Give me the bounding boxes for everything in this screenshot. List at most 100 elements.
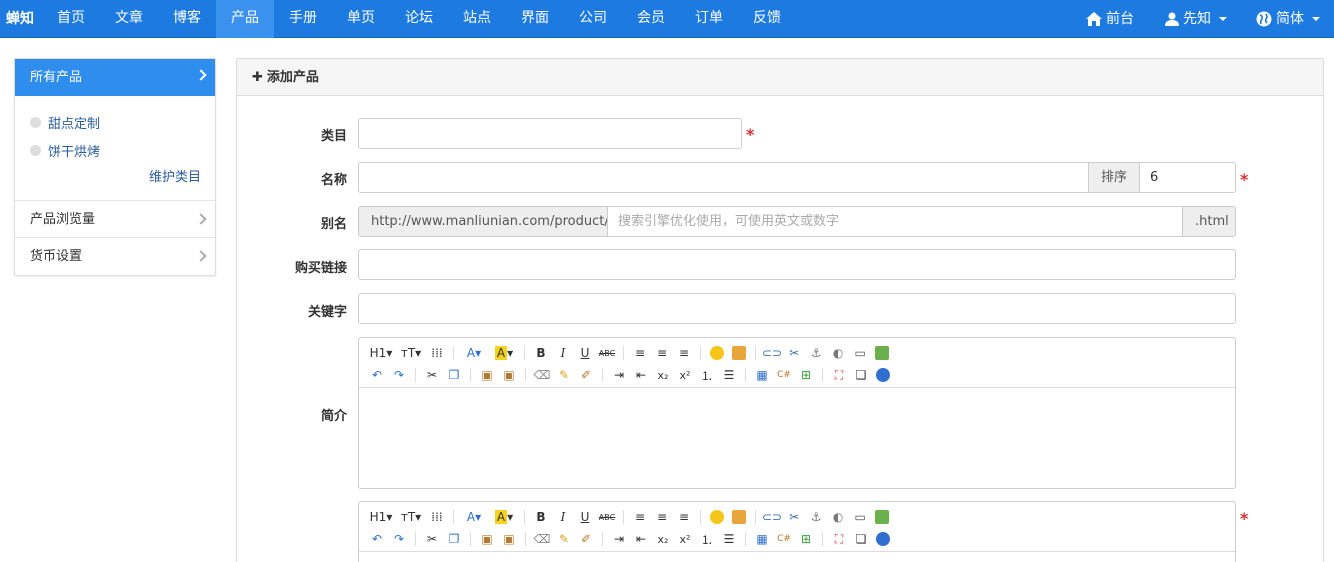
table-icon[interactable]: ▦ — [752, 365, 772, 385]
align-right-icon[interactable]: ≡ — [674, 507, 694, 527]
outdent-icon[interactable]: ⇤ — [631, 365, 651, 385]
nav-order[interactable]: 订单 — [680, 0, 738, 38]
link-icon[interactable]: ⊂⊃ — [762, 343, 782, 363]
brand-logo[interactable]: 蝉知 — [0, 0, 40, 38]
eraser-icon[interactable]: ⌫ — [532, 529, 552, 549]
quick-format-icon[interactable]: ✐ — [576, 529, 596, 549]
nav-page[interactable]: 单页 — [332, 0, 390, 38]
align-center-icon[interactable]: ≡ — [652, 507, 672, 527]
code-icon[interactable]: C# — [774, 365, 794, 385]
bold-icon[interactable]: B — [531, 343, 551, 363]
horizontal-rule-icon[interactable]: ⊞ — [796, 365, 816, 385]
align-left-icon[interactable]: ≡ — [630, 343, 650, 363]
redo-icon[interactable]: ↷ — [389, 529, 409, 549]
category-item[interactable]: 甜点定制 — [30, 108, 201, 136]
alias-input[interactable]: 搜索引擎优化使用，可使用英文或数字 — [607, 206, 1183, 237]
ordered-list-icon[interactable]: ⒈ — [697, 365, 717, 385]
format-brush-icon[interactable]: ✎ — [554, 529, 574, 549]
category-select[interactable] — [358, 118, 742, 149]
source-icon[interactable]: ❏ — [851, 529, 871, 549]
link-icon[interactable]: ⊂⊃ — [762, 507, 782, 527]
sidebar-item-product-views[interactable]: 产品浏览量 — [15, 201, 215, 238]
media-icon[interactable]: ▭ — [850, 507, 870, 527]
table-icon[interactable]: ▦ — [752, 529, 772, 549]
paste-text-icon[interactable]: ▣ — [499, 529, 519, 549]
image-icon[interactable] — [729, 343, 749, 363]
heading-icon[interactable]: H1▾ — [367, 507, 395, 527]
eraser-icon[interactable]: ⌫ — [532, 365, 552, 385]
undo-icon[interactable]: ↶ — [367, 365, 387, 385]
horizontal-rule-icon[interactable]: ⊞ — [796, 529, 816, 549]
frontend-link[interactable]: 前台 — [1086, 0, 1134, 38]
nav-product[interactable]: 产品 — [216, 0, 274, 38]
name-input[interactable] — [358, 162, 1089, 193]
bold-icon[interactable]: B — [531, 507, 551, 527]
media-icon[interactable]: ▭ — [850, 343, 870, 363]
help-icon[interactable] — [873, 365, 893, 385]
summary-edit-area[interactable] — [359, 388, 1235, 488]
copy-icon[interactable]: ❐ — [444, 365, 464, 385]
ordered-list-icon[interactable]: ⒈ — [697, 529, 717, 549]
maintain-categories-link[interactable]: 维护类目 — [30, 164, 201, 192]
paste-icon[interactable]: ▣ — [477, 529, 497, 549]
anchor-icon[interactable]: ⚓ — [806, 343, 826, 363]
image-icon[interactable] — [729, 507, 749, 527]
strikethrough-icon[interactable]: ABC — [597, 507, 617, 527]
nav-feedback[interactable]: 反馈 — [738, 0, 796, 38]
flash-icon[interactable]: ◐ — [828, 507, 848, 527]
keywords-input[interactable] — [358, 293, 1236, 324]
italic-icon[interactable]: I — [553, 507, 573, 527]
nav-company[interactable]: 公司 — [564, 0, 622, 38]
highlight-icon[interactable]: A ▾ — [490, 507, 518, 527]
quick-format-icon[interactable]: ✐ — [576, 365, 596, 385]
underline-icon[interactable]: U — [575, 343, 595, 363]
unordered-list-icon[interactable]: ☰ — [719, 365, 739, 385]
nav-forum[interactable]: 论坛 — [390, 0, 448, 38]
superscript-icon[interactable]: x² — [675, 529, 695, 549]
insert-picture-icon[interactable] — [872, 507, 892, 527]
align-right-icon[interactable]: ≡ — [674, 343, 694, 363]
buy-link-input[interactable] — [358, 249, 1236, 280]
unlink-icon[interactable]: ✂ — [784, 507, 804, 527]
fullscreen-icon[interactable]: ⛶ — [829, 365, 849, 385]
highlight-icon[interactable]: A ▾ — [490, 343, 518, 363]
anchor-icon[interactable]: ⚓ — [806, 507, 826, 527]
emoticon-icon[interactable] — [707, 343, 727, 363]
font-size-icon[interactable]: ᴛT▾ — [397, 343, 425, 363]
flash-icon[interactable]: ◐ — [828, 343, 848, 363]
sidebar-item-all-products[interactable]: 所有产品 — [15, 59, 215, 96]
underline-icon[interactable]: U — [575, 507, 595, 527]
font-color-icon[interactable]: A▾ — [460, 343, 488, 363]
font-family-icon[interactable]: ⁞⁞⁞ — [427, 507, 447, 527]
help-icon[interactable] — [873, 529, 893, 549]
indent-icon[interactable]: ⇥ — [609, 365, 629, 385]
indent-icon[interactable]: ⇥ — [609, 529, 629, 549]
subscript-icon[interactable]: x₂ — [653, 529, 673, 549]
font-color-icon[interactable]: A▾ — [460, 507, 488, 527]
cut-icon[interactable]: ✂ — [422, 529, 442, 549]
emoticon-icon[interactable] — [707, 507, 727, 527]
nav-member[interactable]: 会员 — [622, 0, 680, 38]
user-menu[interactable]: 先知 — [1165, 0, 1227, 38]
nav-home[interactable]: 首页 — [44, 0, 98, 38]
heading-icon[interactable]: H1▾ — [367, 343, 395, 363]
insert-picture-icon[interactable] — [872, 343, 892, 363]
unordered-list-icon[interactable]: ☰ — [719, 529, 739, 549]
format-brush-icon[interactable]: ✎ — [554, 365, 574, 385]
order-input[interactable]: 6 — [1139, 162, 1236, 193]
nav-manual[interactable]: 手册 — [274, 0, 332, 38]
italic-icon[interactable]: I — [553, 343, 573, 363]
font-size-icon[interactable]: ᴛT▾ — [397, 507, 425, 527]
source-icon[interactable]: ❏ — [851, 365, 871, 385]
align-center-icon[interactable]: ≡ — [652, 343, 672, 363]
sidebar-item-currency[interactable]: 货币设置 — [15, 238, 215, 275]
outdent-icon[interactable]: ⇤ — [631, 529, 651, 549]
subscript-icon[interactable]: x₂ — [653, 365, 673, 385]
language-menu[interactable]: 简体 — [1256, 0, 1320, 38]
strikethrough-icon[interactable]: ABC — [597, 343, 617, 363]
undo-icon[interactable]: ↶ — [367, 529, 387, 549]
font-family-icon[interactable]: ⁞⁞⁞ — [427, 343, 447, 363]
nav-ui[interactable]: 界面 — [506, 0, 564, 38]
unlink-icon[interactable]: ✂ — [784, 343, 804, 363]
paste-text-icon[interactable]: ▣ — [499, 365, 519, 385]
